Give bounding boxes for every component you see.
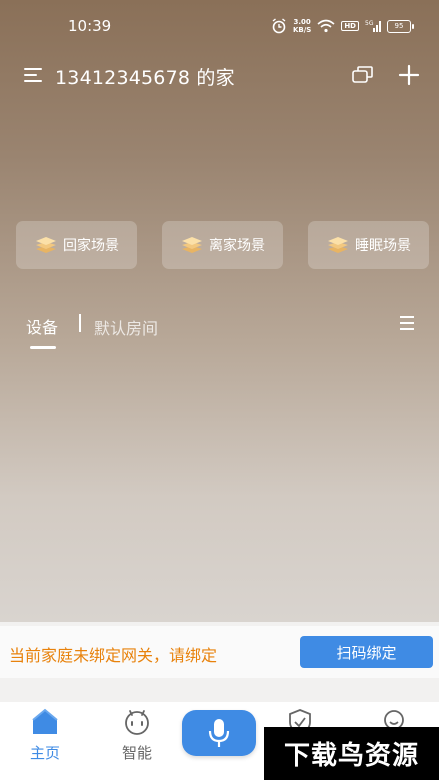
microphone-icon [208,719,230,747]
scene-list: 回家场景 离家场景 睡眠场景 [16,221,429,269]
home-title[interactable]: 13412345678 的家 [55,63,235,90]
scene-card-sleep[interactable]: 睡眠场景 [308,221,429,269]
hd-badge: HD [341,21,359,31]
tab-divider [79,314,81,332]
tab-devices[interactable]: 设备 [26,314,58,338]
list-icon[interactable] [400,316,416,330]
status-time: 10:39 [68,17,112,35]
signal-icon: 5G [365,20,381,32]
layers-icon [182,237,202,253]
scene-label: 回家场景 [63,238,119,254]
tab-underline [30,346,56,349]
tab-smart-label: 智能 [121,744,152,762]
watermark: 下载鸟资源 [264,727,439,780]
net-speed: 3.00 KB/S [293,18,311,34]
robot-icon [125,710,149,735]
device-tabs: 设备 默认房间 [26,312,419,352]
scan-bind-button[interactable]: 扫码绑定 [300,636,433,668]
alarm-icon [272,18,286,34]
wifi-icon [317,19,335,33]
header: 13412345678 的家 [0,58,439,94]
tab-home-label: 主页 [29,744,60,762]
voice-button[interactable] [182,710,256,756]
tab-home[interactable]: 主页 [15,702,75,763]
battery-icon: 95 [387,19,414,33]
layers-icon [36,237,56,253]
gateway-notice: 当前家庭未绑定网关，请绑定 扫码绑定 [0,626,439,678]
net-speed-unit: KB/S [292,26,312,34]
home-icon [32,708,58,734]
scene-label: 睡眠场景 [355,238,411,254]
menu-icon[interactable] [24,66,44,84]
switch-home-icon[interactable] [352,65,374,85]
status-bar: 10:39 3.00 KB/S HD 5G 95 [0,0,439,52]
signal-label: 5G [365,20,374,27]
tab-default-room[interactable]: 默认房间 [94,315,158,339]
layers-icon [328,237,348,253]
scene-card-home[interactable]: 回家场景 [16,221,137,269]
gateway-notice-text: 当前家庭未绑定网关，请绑定 [9,646,218,665]
net-speed-value: 3.00 [293,18,311,26]
scene-card-away[interactable]: 离家场景 [162,221,283,269]
status-icons: 3.00 KB/S HD 5G 95 [271,18,414,34]
scene-label: 离家场景 [209,238,265,254]
tab-smart[interactable]: 智能 [107,702,167,763]
plus-icon[interactable] [398,64,420,86]
